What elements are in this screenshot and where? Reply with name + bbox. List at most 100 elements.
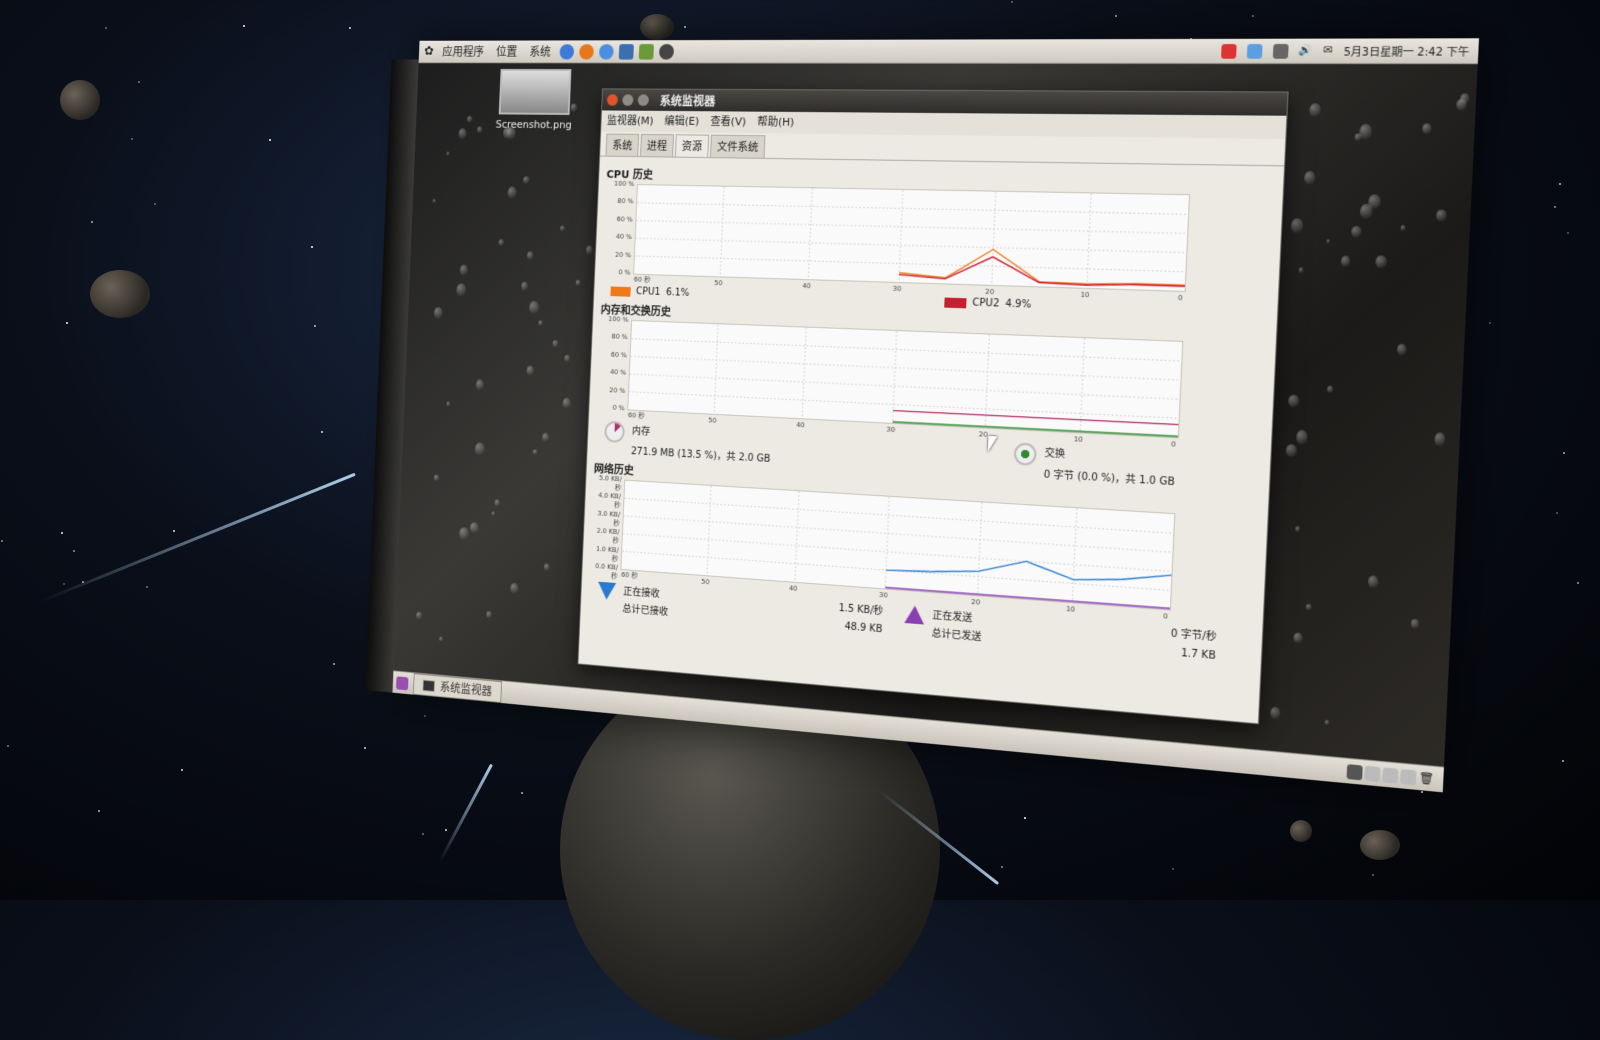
cpu-y-tick: 60 % xyxy=(605,215,633,223)
raindrop xyxy=(1376,256,1387,269)
upload-arrow-icon[interactable] xyxy=(904,605,925,625)
network-grid-line xyxy=(623,534,1172,572)
raindrop xyxy=(467,116,472,123)
star xyxy=(146,586,148,588)
cpu-y-tick: 100 % xyxy=(607,180,635,188)
asteroid xyxy=(90,270,150,318)
raindrop xyxy=(1422,124,1431,135)
raindrop xyxy=(1326,239,1330,243)
package-icon[interactable] xyxy=(619,44,634,59)
star xyxy=(349,27,351,29)
firefox-icon[interactable] xyxy=(579,44,594,59)
raindrop xyxy=(1295,526,1300,532)
resources-panel: CPU 历史 100 % 80 % 60 % 40 % 20 % 0 % 60 秒 50 40 3… xyxy=(580,157,1284,675)
menu-help[interactable]: 帮助(H) xyxy=(757,114,795,132)
network-tray-icon[interactable] xyxy=(1272,43,1288,58)
star xyxy=(63,583,65,585)
star xyxy=(269,139,271,141)
raindrop xyxy=(458,128,466,139)
tab-system[interactable]: 系统 xyxy=(606,134,640,157)
star xyxy=(364,747,366,749)
network-x-tick: 20 xyxy=(971,598,980,607)
help-icon[interactable] xyxy=(599,44,614,59)
network-grid-line xyxy=(707,486,711,575)
show-desktop-icon[interactable] xyxy=(396,676,408,690)
raindrop xyxy=(1434,433,1445,447)
raindrop xyxy=(475,443,485,456)
tab-processes[interactable]: 进程 xyxy=(640,134,674,157)
network-icon[interactable] xyxy=(659,44,674,60)
trash-icon[interactable]: 🗑 xyxy=(1418,770,1435,786)
workspace-switcher[interactable]: 🗑 xyxy=(1347,764,1435,787)
browser-launcher-icon[interactable] xyxy=(559,44,574,59)
tab-resources[interactable]: 资源 xyxy=(675,134,709,157)
menu-monitor[interactable]: 监视器(M) xyxy=(607,112,654,130)
tab-filesystems[interactable]: 文件系统 xyxy=(710,135,765,158)
minimize-icon[interactable] xyxy=(622,94,633,106)
memory-x-tick: 30 xyxy=(886,426,895,434)
memory-grid-line xyxy=(802,328,806,419)
star xyxy=(311,246,313,248)
cpu-grid-line xyxy=(636,221,1187,234)
cpu-x-tick: 50 xyxy=(714,279,723,287)
volume-icon[interactable]: 🔊 xyxy=(1299,45,1313,57)
mail-icon[interactable]: ✉ xyxy=(1323,45,1333,57)
memory-grid-line xyxy=(631,356,1181,380)
swap-pie-icon[interactable] xyxy=(1014,442,1037,466)
memory-y-tick: 0 % xyxy=(597,403,624,412)
cpu1-color-swatch[interactable] xyxy=(610,286,630,296)
asteroid xyxy=(1290,820,1312,842)
raindrop xyxy=(539,320,543,326)
edit-icon[interactable] xyxy=(639,44,654,59)
asteroid xyxy=(1360,830,1400,860)
raindrop xyxy=(1359,124,1372,139)
raindrop xyxy=(1360,204,1372,219)
raindrop xyxy=(542,433,549,442)
workspace-1[interactable] xyxy=(1347,764,1363,780)
download-arrow-icon[interactable] xyxy=(597,582,616,601)
star xyxy=(131,138,133,140)
raindrop xyxy=(1293,632,1302,644)
memory-y-tick: 100 % xyxy=(601,315,629,324)
system-menu[interactable]: 系统 xyxy=(526,43,555,59)
network-x-tick: 10 xyxy=(1066,605,1076,614)
menu-edit[interactable]: 编辑(E) xyxy=(664,113,699,131)
memory-y-tick: 60 % xyxy=(600,350,627,359)
shutdown-icon[interactable] xyxy=(1221,44,1237,59)
clock[interactable]: 5月3日星期一 2:42 下午 xyxy=(1343,43,1469,59)
network-grid-line xyxy=(978,502,982,595)
raindrop xyxy=(477,126,482,133)
cpu-y-tick: 40 % xyxy=(605,233,633,241)
raindrop xyxy=(491,511,495,516)
maximize-icon[interactable] xyxy=(638,94,649,106)
star xyxy=(424,715,426,717)
menu-view[interactable]: 查看(V) xyxy=(710,113,746,131)
raindrop xyxy=(523,176,529,184)
swap-value: 0 字节 (0.0 %)，共 1.0 GB xyxy=(1043,465,1175,488)
star xyxy=(1563,452,1565,454)
raindrop xyxy=(446,152,449,156)
desktop-file-icon[interactable]: Screenshot.png xyxy=(494,69,576,131)
cpu-series-line xyxy=(899,247,1186,287)
cpu-y-tick: 80 % xyxy=(606,197,634,205)
memory-x-tick: 20 xyxy=(979,430,988,439)
update-icon[interactable] xyxy=(1246,43,1262,58)
applications-menu[interactable]: 应用程序 xyxy=(438,43,487,59)
cpu-x-tick: 30 xyxy=(892,285,901,293)
raindrop xyxy=(1270,706,1281,720)
places-menu[interactable]: 位置 xyxy=(492,43,521,59)
memory-grid-line xyxy=(714,324,718,414)
star xyxy=(684,26,686,28)
workspace-2[interactable] xyxy=(1364,765,1380,781)
memory-pie-icon[interactable] xyxy=(604,421,625,443)
taskbar-task-label: 系统监视器 xyxy=(440,678,493,699)
workspace-3[interactable] xyxy=(1382,767,1398,783)
memory-label: 内存 xyxy=(632,422,772,444)
workspace-4[interactable] xyxy=(1400,769,1416,785)
cpu2-color-swatch[interactable] xyxy=(944,297,966,308)
close-icon[interactable] xyxy=(607,94,618,106)
network-x-tick: 40 xyxy=(789,584,798,593)
network-y-tick: 4.0 KB/秒 xyxy=(593,492,621,511)
ubuntu-logo-icon[interactable]: ✿ xyxy=(424,44,434,58)
cpu-plot xyxy=(634,185,1189,291)
